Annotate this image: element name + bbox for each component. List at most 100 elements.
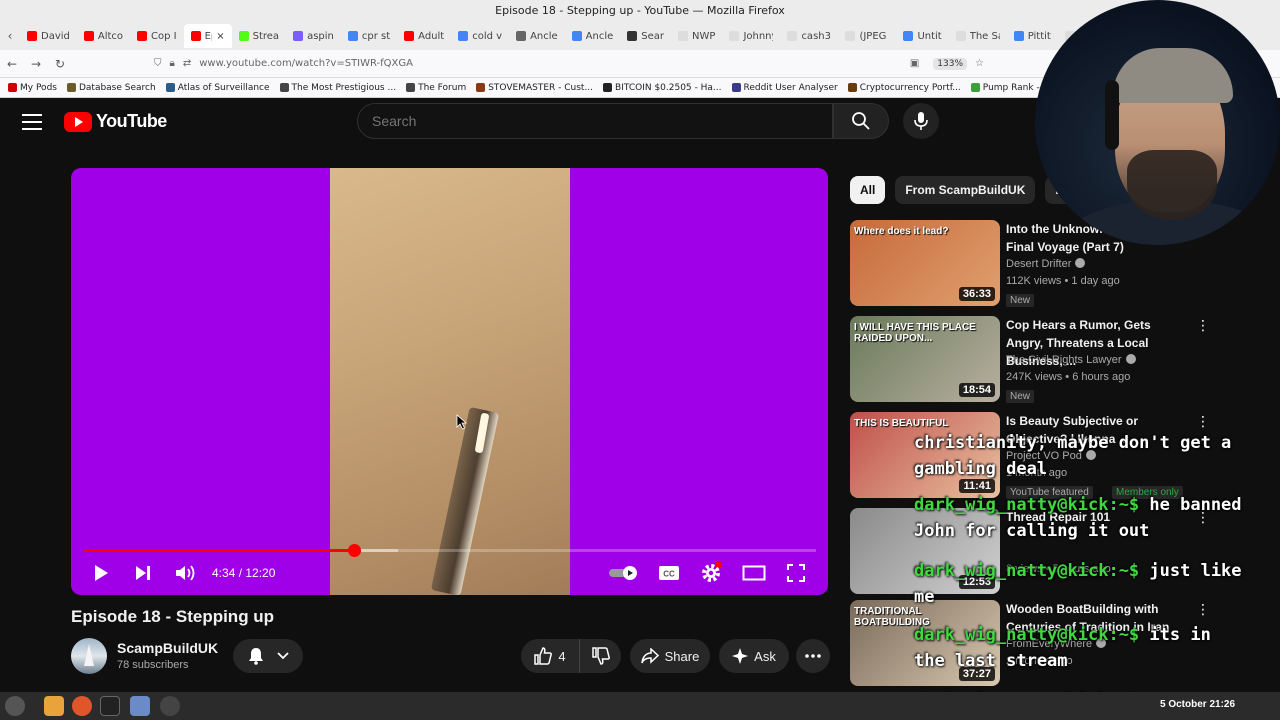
webcam-beard — [1127, 150, 1217, 220]
youtube-logo[interactable]: YouTube — [64, 111, 167, 132]
bookmark-item[interactable]: The Forum — [406, 83, 466, 93]
shield-icon[interactable]: ⛉ — [154, 58, 162, 69]
youtube-play-icon — [64, 111, 92, 132]
gear-icon — [702, 562, 722, 582]
theater-mode-button[interactable] — [739, 558, 769, 588]
video-thumbnail[interactable]: Where does it lead? 36:33 — [850, 220, 1000, 306]
search-button[interactable] — [833, 103, 889, 139]
video-thumbnail[interactable]: I WILL HAVE THIS PLACE RAIDED UPON... 18:… — [850, 316, 1000, 402]
browser-tab[interactable]: Strea — [232, 24, 286, 48]
more-actions-button[interactable] — [796, 639, 830, 673]
text-editor-icon[interactable] — [130, 696, 150, 716]
more-vertical-icon[interactable]: ⋮ — [1196, 414, 1210, 430]
bookmark-item[interactable]: BITCOIN $0.2505 - Ha... — [603, 83, 722, 93]
browser-tab[interactable]: Johnny C — [722, 24, 780, 48]
tab-scroll-left-icon[interactable]: ‹ — [0, 29, 20, 43]
filter-chip[interactable]: All — [850, 176, 886, 204]
dislike-button[interactable] — [579, 639, 621, 673]
recommended-channel[interactable]: Desert Drifter — [1006, 258, 1086, 270]
volume-button[interactable] — [173, 558, 199, 588]
share-button[interactable]: Share — [630, 639, 710, 673]
search-input[interactable] — [358, 104, 832, 138]
more-vertical-icon[interactable]: ⋮ — [1196, 318, 1210, 334]
bookmark-item[interactable]: Atlas of Surveillance — [165, 83, 270, 93]
recommended-video[interactable]: I WILL HAVE THIS PLACE RAIDED UPON... 18:… — [850, 316, 1260, 403]
fullscreen-icon — [787, 564, 805, 582]
microphone-icon — [914, 112, 928, 130]
browser-tab[interactable]: The Salt — [949, 24, 1007, 48]
chat-message: dark_wig_natty@kick:~$ its in the last s… — [914, 622, 1244, 674]
terminal-icon[interactable] — [100, 696, 120, 716]
browser-tab[interactable]: David — [20, 24, 77, 48]
chat-message: christianity, maybe don't get a gambling… — [914, 430, 1244, 482]
close-tab-icon[interactable]: × — [216, 31, 224, 42]
video-frame[interactable] — [330, 168, 570, 595]
bookmark-item[interactable]: My Pods — [8, 83, 57, 93]
tab-label: Ancle — [530, 30, 558, 42]
ask-button[interactable]: Ask — [719, 639, 789, 673]
browser-tab[interactable]: Cop I — [130, 24, 184, 48]
browser-tab[interactable]: aspin — [286, 24, 341, 48]
tab-label: Ep — [204, 30, 213, 42]
browser-tab[interactable]: Sear — [620, 24, 671, 48]
bookmark-item[interactable]: The Most Prestigious ... — [279, 83, 396, 93]
bookmark-item[interactable]: Database Search — [66, 83, 156, 93]
browser-tab[interactable]: Ancle — [509, 24, 565, 48]
autoplay-toggle[interactable] — [607, 558, 641, 588]
recommended-channel[interactable]: The Civil Rights Lawyer — [1006, 354, 1136, 366]
channel-name[interactable]: ScampBuildUK — [117, 640, 218, 656]
browser-tab[interactable]: Pittit — [1007, 24, 1058, 48]
bookmark-item[interactable]: Reddit User Analyser — [731, 82, 838, 93]
tab-label: Adult — [418, 30, 445, 42]
browser-tab[interactable]: cpr st — [341, 24, 397, 48]
permissions-icon[interactable]: ⇄ — [183, 58, 191, 69]
played-bar — [83, 549, 355, 552]
video-title: Episode 18 - Stepping up — [71, 607, 275, 626]
start-menu-icon[interactable] — [5, 696, 25, 716]
thumbs-up-icon — [534, 647, 553, 665]
chat-message: dark_wig_natty@kick:~$ he banned John fo… — [914, 492, 1244, 544]
channel-avatar[interactable] — [71, 638, 107, 674]
bookmark-favicon-icon — [66, 83, 76, 92]
filter-chip[interactable]: From ScampBuildUK — [895, 176, 1036, 204]
browser-tab[interactable]: NWP — [671, 24, 722, 48]
browser-tab[interactable]: Untit — [896, 24, 948, 48]
folder-icon[interactable] — [44, 696, 64, 716]
bookmark-star-icon[interactable]: ☆ — [975, 58, 984, 69]
next-button[interactable] — [131, 558, 155, 588]
reader-icon[interactable]: ▣ — [910, 58, 919, 69]
firefox-icon[interactable] — [72, 696, 92, 716]
bookmark-label: Reddit User Analyser — [743, 82, 838, 93]
settings-button[interactable] — [697, 558, 725, 588]
browser-tab[interactable]: cash3.jpg — [780, 24, 838, 48]
browser-tab[interactable]: Ep× — [183, 24, 232, 48]
browser-tab[interactable]: (JPEG Im — [838, 24, 896, 48]
like-button[interactable]: 4 — [521, 639, 579, 673]
webcam-cap — [1113, 48, 1233, 103]
tab-favicon-icon — [627, 31, 638, 41]
notifications-button[interactable] — [233, 639, 303, 673]
tab-favicon-icon — [729, 31, 740, 41]
menu-icon[interactable] — [22, 114, 42, 130]
forward-icon[interactable]: → — [24, 57, 48, 71]
lock-icon[interactable]: 🔒︎ — [170, 58, 175, 69]
obs-icon[interactable] — [160, 696, 180, 716]
zoom-level[interactable]: 133% — [933, 57, 968, 70]
browser-tab[interactable]: Adult — [397, 24, 451, 48]
browser-tab[interactable]: Ancle — [565, 24, 621, 48]
reload-icon[interactable]: ↻ — [48, 57, 72, 71]
progress-bar[interactable] — [83, 544, 816, 557]
browser-tab[interactable]: cold v — [451, 24, 509, 48]
thumbnail-caption: THIS IS BEAUTIFUL — [854, 418, 949, 429]
back-icon[interactable]: ← — [0, 57, 24, 71]
play-button[interactable] — [89, 558, 113, 588]
captions-button[interactable]: CC — [655, 558, 683, 588]
browser-tab[interactable]: Altco — [77, 24, 130, 48]
voice-search-button[interactable] — [903, 103, 939, 139]
video-player[interactable]: 4:34 / 12:20 CC — [71, 168, 828, 595]
url-text[interactable]: www.youtube.com/watch?v=STIWR-fQXGA — [199, 58, 902, 69]
fullscreen-button[interactable] — [783, 558, 809, 588]
address-bar[interactable]: ⛉ 🔒︎ ⇄ www.youtube.com/watch?v=STIWR-fQX… — [154, 53, 984, 75]
bookmark-item[interactable]: STOVEMASTER - Cust... — [476, 83, 593, 93]
bookmark-item[interactable]: Cryptocurrency Portf... — [847, 83, 961, 93]
